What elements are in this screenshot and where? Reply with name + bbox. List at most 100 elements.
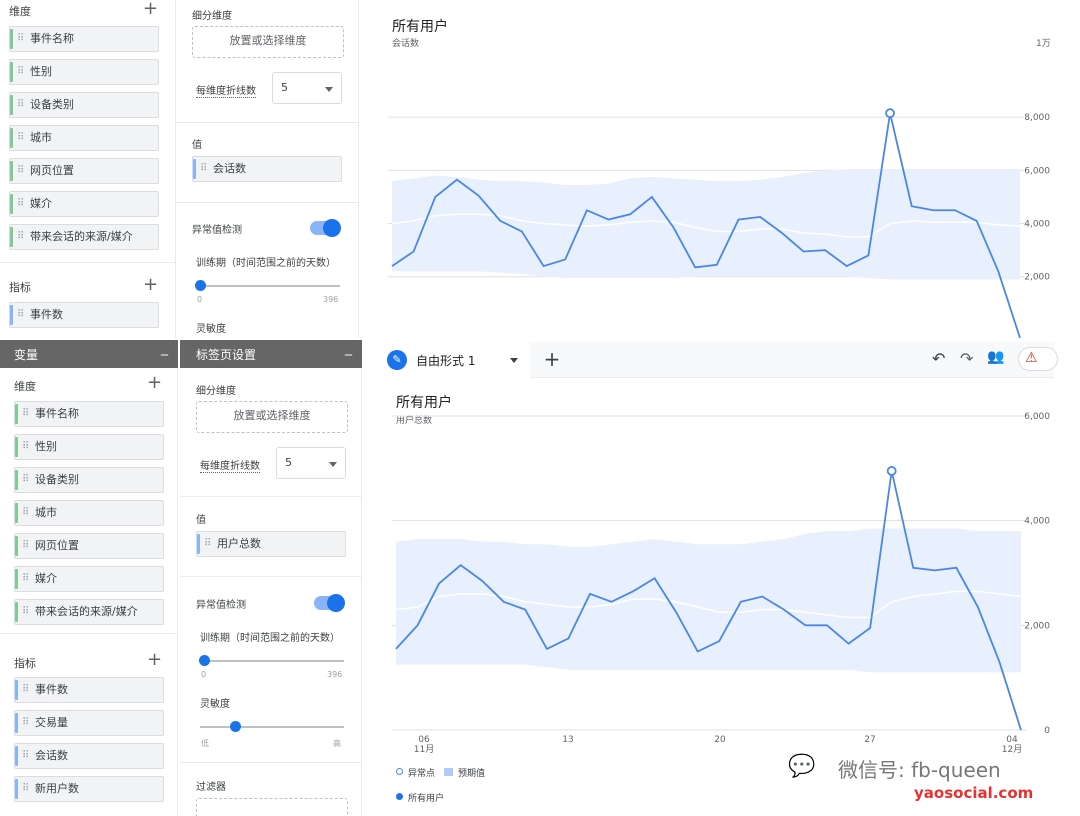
metric-chip[interactable]: ⠿ 事件数	[14, 677, 164, 703]
drag-handle-icon[interactable]: ⠿	[22, 744, 29, 768]
anomaly-legend-label: 异常点	[408, 769, 436, 779]
slider-thumb[interactable]	[195, 280, 206, 291]
training-slider[interactable]	[199, 655, 344, 666]
undo-icon[interactable]: ↶	[932, 349, 945, 368]
top-dimension-chip[interactable]: ⠿ 媒介	[9, 191, 159, 217]
sensitivity-low: 低	[201, 739, 209, 748]
top-dimension-chip-label: 城市	[30, 131, 52, 144]
drag-handle-icon[interactable]: ⠿	[17, 126, 24, 150]
drag-handle-icon[interactable]: ⠿	[22, 435, 29, 459]
tab-settings-header: 标签页设置 _	[180, 340, 362, 368]
drag-handle-icon[interactable]: ⠿	[22, 777, 29, 801]
slider-thumb[interactable]	[199, 655, 210, 666]
y-tick-label: 0	[1044, 726, 1050, 736]
anomaly-label: 异常值检测	[196, 600, 246, 611]
active-tab[interactable]: ✎ 自由形式 1	[376, 342, 530, 378]
slider-thumb[interactable]	[230, 721, 241, 732]
top-dimension-chip[interactable]: ⠿ 网页位置	[9, 158, 159, 184]
top-training-min: 0	[197, 295, 203, 304]
drag-handle-icon[interactable]: ⠿	[22, 468, 29, 492]
add-dimension-icon[interactable]: +	[147, 374, 162, 392]
metric-chip[interactable]: ⠿ 新用户数	[14, 776, 164, 802]
minimize-icon[interactable]: _	[345, 340, 352, 356]
top-add-dimension-icon[interactable]: +	[143, 0, 158, 18]
chevron-down-icon	[325, 87, 333, 92]
top-dimension-chip[interactable]: ⠿ 性别	[9, 59, 159, 85]
x-tick-label: 27	[864, 735, 875, 745]
metric-chip[interactable]: ⠿ 会话数	[14, 743, 164, 769]
dimension-chip[interactable]: ⠿ 设备类别	[14, 467, 164, 493]
dimension-chip[interactable]: ⠿ 媒介	[14, 566, 164, 592]
top-metric-chip[interactable]: ⠿ 事件数	[9, 302, 159, 328]
drag-handle-icon[interactable]: ⠿	[17, 225, 24, 249]
drag-handle-icon[interactable]: ⠿	[17, 159, 24, 183]
top-lines-value: 5	[281, 81, 288, 94]
top-anomaly-toggle[interactable]	[310, 219, 341, 237]
top-dimension-chip-label: 性别	[30, 65, 52, 78]
drag-handle-icon[interactable]: ⠿	[22, 600, 29, 624]
breakdown-dropzone[interactable]: 放置或选择维度	[196, 401, 348, 433]
tab-settings-header-title: 标签页设置	[196, 348, 257, 362]
dimension-chip[interactable]: ⠿ 网页位置	[14, 533, 164, 559]
top-dimension-chip[interactable]: ⠿ 事件名称	[9, 26, 159, 52]
top-breakdown-dropzone[interactable]: 放置或选择维度	[192, 26, 344, 58]
drag-handle-icon[interactable]: ⠿	[22, 402, 29, 426]
metric-chip[interactable]: ⠿ 交易量	[14, 710, 164, 736]
lines-per-dim-select[interactable]: 5	[276, 447, 346, 479]
add-metric-icon[interactable]: +	[147, 651, 162, 669]
top-lines-per-dim-select[interactable]: 5	[272, 72, 342, 104]
drag-handle-icon[interactable]: ⠿	[204, 532, 211, 556]
tab-menu-chevron-icon[interactable]	[510, 358, 518, 363]
training-max: 396	[327, 670, 343, 679]
value-chip-label: 用户总数	[217, 537, 261, 550]
anomaly-point[interactable]	[886, 466, 897, 476]
share-user-icon[interactable]: 👥	[987, 349, 1004, 365]
drag-handle-icon[interactable]: ⠿	[17, 27, 24, 51]
filter-dropzone[interactable]	[196, 798, 348, 816]
warning-button[interactable]: ⚠	[1018, 347, 1058, 371]
top-dimension-chip-label: 带来会话的来源/媒介	[30, 230, 133, 243]
top-dimension-chip[interactable]: ⠿ 城市	[9, 125, 159, 151]
drag-handle-icon[interactable]: ⠿	[22, 711, 29, 735]
anomaly-point[interactable]	[885, 108, 895, 119]
drag-handle-icon[interactable]: ⠿	[17, 192, 24, 216]
dimension-chip[interactable]: ⠿ 事件名称	[14, 401, 164, 427]
tab-settings-panel: 细分维度 放置或选择维度 每维度折线数 5 值 ⠿ 用户总数 异常值检测 训练期（…	[180, 368, 362, 816]
drag-handle-icon[interactable]: ⠿	[17, 60, 24, 84]
top-dimension-chip-label: 设备类别	[30, 98, 74, 111]
dimension-chip[interactable]: ⠿ 带来会话的来源/媒介	[14, 599, 164, 625]
top-dimensions-title: 维度	[9, 5, 31, 18]
drag-handle-icon[interactable]: ⠿	[22, 501, 29, 525]
add-tab-button[interactable]: +	[534, 346, 570, 374]
top-dimension-chip[interactable]: ⠿ 带来会话的来源/媒介	[9, 224, 159, 250]
drag-handle-icon[interactable]: ⠿	[17, 93, 24, 117]
top-add-metric-icon[interactable]: +	[143, 276, 158, 294]
expected-legend-icon	[444, 768, 453, 776]
value-chip[interactable]: ⠿ 用户总数	[196, 531, 346, 557]
drag-handle-icon[interactable]: ⠿	[17, 303, 24, 327]
filter-title: 过滤器	[196, 782, 226, 793]
drag-handle-icon[interactable]: ⠿	[22, 567, 29, 591]
variables-panel: 维度 + ⠿ 事件名称 ⠿ 性别 ⠿ 设备类别 ⠿ 城市 ⠿ 网页位置 ⠿ 媒介 ⠿ 带来会话的来源/媒介…	[0, 368, 178, 816]
anomaly-toggle[interactable]	[314, 594, 345, 612]
sensitivity-high: 高	[333, 739, 341, 748]
variables-header: 变量 _	[0, 340, 178, 368]
top-value-chip-label: 会话数	[213, 162, 246, 175]
dimension-chip-label: 事件名称	[35, 407, 79, 420]
drag-handle-icon[interactable]: ⠿	[22, 534, 29, 558]
redo-icon[interactable]: ↷	[960, 349, 973, 368]
series-legend-icon	[396, 793, 403, 800]
top-value-chip[interactable]: ⠿ 会话数	[192, 156, 342, 182]
top-line-chart: 8,000 6,000 4,000 2,000	[388, 108, 1050, 338]
training-min: 0	[201, 670, 207, 679]
dimension-chip[interactable]: ⠿ 性别	[14, 434, 164, 460]
drag-handle-icon[interactable]: ⠿	[22, 678, 29, 702]
sensitivity-slider[interactable]	[200, 721, 344, 732]
drag-handle-icon[interactable]: ⠿	[200, 157, 207, 181]
metrics-title: 指标	[14, 657, 36, 670]
expected-range-band	[396, 528, 1021, 673]
top-training-slider[interactable]	[195, 280, 340, 291]
minimize-icon[interactable]: _	[161, 340, 168, 356]
top-dimension-chip[interactable]: ⠿ 设备类别	[9, 92, 159, 118]
dimension-chip[interactable]: ⠿ 城市	[14, 500, 164, 526]
